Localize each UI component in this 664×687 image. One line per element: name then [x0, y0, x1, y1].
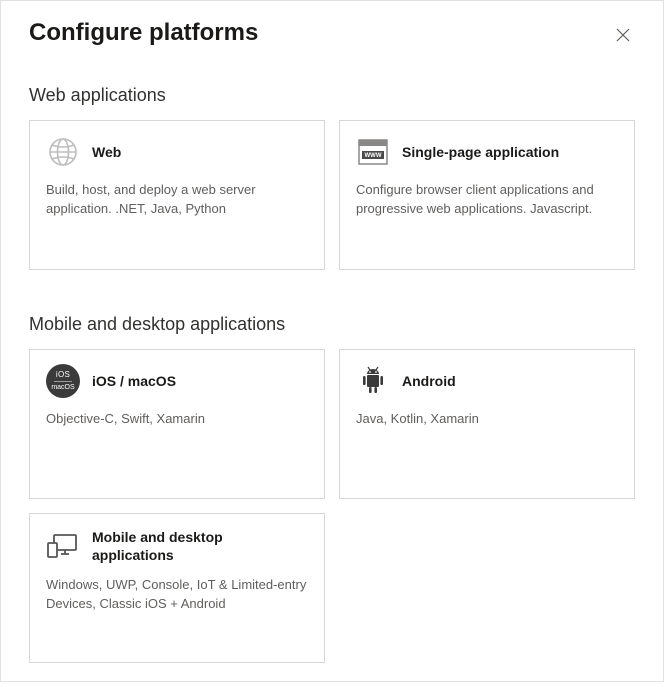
- card-header: WWW Single-page application: [356, 135, 618, 169]
- card-description: Objective-C, Swift, Xamarin: [46, 410, 308, 429]
- card-title: Mobile and desktop applications: [92, 528, 308, 564]
- close-icon: [615, 27, 631, 43]
- card-description: Configure browser client applications an…: [356, 181, 618, 219]
- globe-icon: [46, 135, 80, 169]
- browser-www-icon: WWW: [356, 135, 390, 169]
- card-title: Single-page application: [402, 143, 559, 161]
- card-header: Web: [46, 135, 308, 169]
- platform-card-spa[interactable]: WWW Single-page application Configure br…: [339, 120, 635, 270]
- card-title: Android: [402, 372, 456, 390]
- ios-macos-icon: iOS macOS: [46, 364, 80, 398]
- svg-text:WWW: WWW: [365, 153, 382, 159]
- configure-platforms-panel: Configure platforms Web applications: [1, 1, 663, 687]
- platform-card-android[interactable]: Android Java, Kotlin, Xamarin: [339, 349, 635, 499]
- card-title: Web: [92, 143, 121, 161]
- platform-card-desktop[interactable]: Mobile and desktop applications Windows,…: [29, 513, 325, 663]
- desktop-mobile-icon: [46, 529, 80, 563]
- card-header: Mobile and desktop applications: [46, 528, 308, 564]
- close-button[interactable]: [611, 23, 635, 47]
- section-title-web: Web applications: [29, 85, 635, 106]
- card-title: iOS / macOS: [92, 372, 176, 390]
- section-title-mobile: Mobile and desktop applications: [29, 314, 635, 335]
- card-header: iOS macOS iOS / macOS: [46, 364, 308, 398]
- panel-header: Configure platforms: [29, 19, 635, 47]
- card-description: Java, Kotlin, Xamarin: [356, 410, 618, 429]
- android-icon: [356, 364, 390, 398]
- platform-card-web[interactable]: Web Build, host, and deploy a web server…: [29, 120, 325, 270]
- page-title: Configure platforms: [29, 19, 258, 47]
- card-header: Android: [356, 364, 618, 398]
- card-description: Build, host, and deploy a web server app…: [46, 181, 308, 219]
- card-description: Windows, UWP, Console, IoT & Limited-ent…: [46, 576, 308, 614]
- platform-card-ios[interactable]: iOS macOS iOS / macOS Objective-C, Swift…: [29, 349, 325, 499]
- web-card-grid: Web Build, host, and deploy a web server…: [29, 120, 635, 270]
- mobile-card-grid: iOS macOS iOS / macOS Objective-C, Swift…: [29, 349, 635, 663]
